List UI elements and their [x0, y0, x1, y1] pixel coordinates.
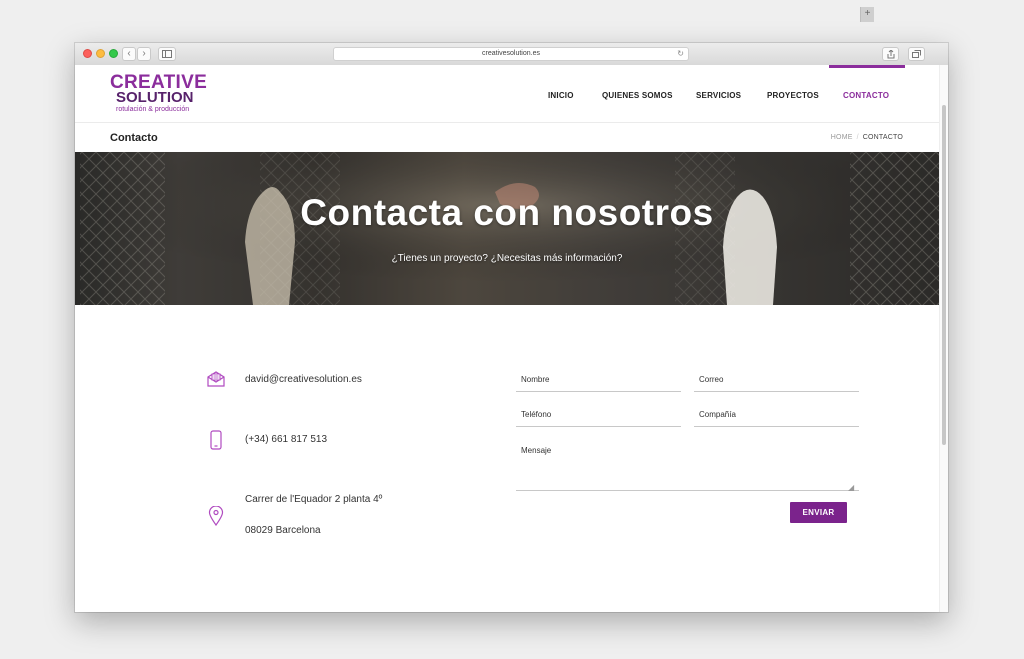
message-field[interactable]: Mensaje — [521, 446, 551, 455]
browser-window: ‹ › creativesolution.es ↻ CREATIVE SOLUT… — [75, 43, 948, 612]
phone-field-underline — [516, 426, 681, 427]
share-icon[interactable] — [882, 47, 899, 61]
logo-line2: SOLUTION — [116, 89, 194, 106]
nav-item-inicio[interactable]: INICIO — [548, 91, 574, 100]
envelope-icon — [207, 371, 225, 387]
reload-icon[interactable]: ↻ — [677, 48, 684, 60]
browser-toolbar: ‹ › creativesolution.es ↻ — [75, 43, 948, 66]
header-divider — [75, 122, 939, 123]
name-field-underline — [516, 391, 681, 392]
textarea-resize-handle[interactable]: ◢ — [848, 483, 854, 492]
contact-phone[interactable]: (+34) 661 817 513 — [245, 434, 327, 445]
breadcrumb: HOME / CONTACTO — [831, 134, 903, 141]
contact-email[interactable]: david@creativesolution.es — [245, 374, 362, 385]
site-logo[interactable]: CREATIVE SOLUTION rotulación & producció… — [110, 73, 207, 114]
logo-tagline: rotulación & producción — [116, 106, 190, 113]
address-bar[interactable]: creativesolution.es ↻ — [333, 47, 689, 61]
mobile-phone-icon — [210, 430, 222, 450]
page-scrollbar[interactable] — [939, 65, 948, 612]
hero-banner: Contacta con nosotros ¿Tienes un proyect… — [75, 152, 939, 305]
phone-field[interactable]: Teléfono — [521, 410, 551, 419]
breadcrumb-current: CONTACTO — [862, 134, 903, 141]
breadcrumb-home[interactable]: HOME — [831, 134, 853, 141]
contact-address-line2: 08029 Barcelona — [245, 525, 321, 536]
breadcrumb-separator: / — [856, 134, 859, 141]
message-field-underline — [516, 490, 859, 491]
email-field[interactable]: Correo — [699, 375, 723, 384]
nav-item-quienes-somos[interactable]: QUIENES SOMOS — [602, 91, 673, 100]
company-field[interactable]: Compañía — [699, 410, 736, 419]
nav-item-contacto[interactable]: CONTACTO — [843, 91, 889, 100]
scrollbar-thumb[interactable] — [942, 105, 946, 445]
hero-subtitle: ¿Tienes un proyecto? ¿Necesitas más info… — [391, 253, 623, 264]
url-text: creativesolution.es — [482, 50, 540, 57]
location-pin-icon — [208, 506, 224, 526]
tabs-overview-icon[interactable] — [908, 47, 925, 61]
contact-address-line1: Carrer de l'Equador 2 planta 4º — [245, 494, 383, 505]
active-nav-indicator — [829, 65, 905, 68]
back-icon[interactable]: ‹ — [122, 47, 136, 61]
new-tab-button[interactable]: + — [860, 7, 874, 22]
send-button[interactable]: ENVIAR — [790, 502, 847, 523]
forward-icon[interactable]: › — [137, 47, 151, 61]
company-field-underline — [694, 426, 859, 427]
minimize-window-button[interactable] — [96, 49, 105, 58]
hero-title: Contacta con nosotros — [300, 192, 714, 233]
nav-item-servicios[interactable]: SERVICIOS — [696, 91, 741, 100]
sidebar-toggle-icon[interactable] — [158, 47, 176, 61]
close-window-button[interactable] — [83, 49, 92, 58]
email-field-underline — [694, 391, 859, 392]
nav-item-proyectos[interactable]: PROYECTOS — [767, 91, 819, 100]
name-field[interactable]: Nombre — [521, 375, 549, 384]
web-page: CREATIVE SOLUTION rotulación & producció… — [75, 65, 939, 612]
page-title: Contacto — [110, 132, 158, 144]
zoom-window-button[interactable] — [109, 49, 118, 58]
